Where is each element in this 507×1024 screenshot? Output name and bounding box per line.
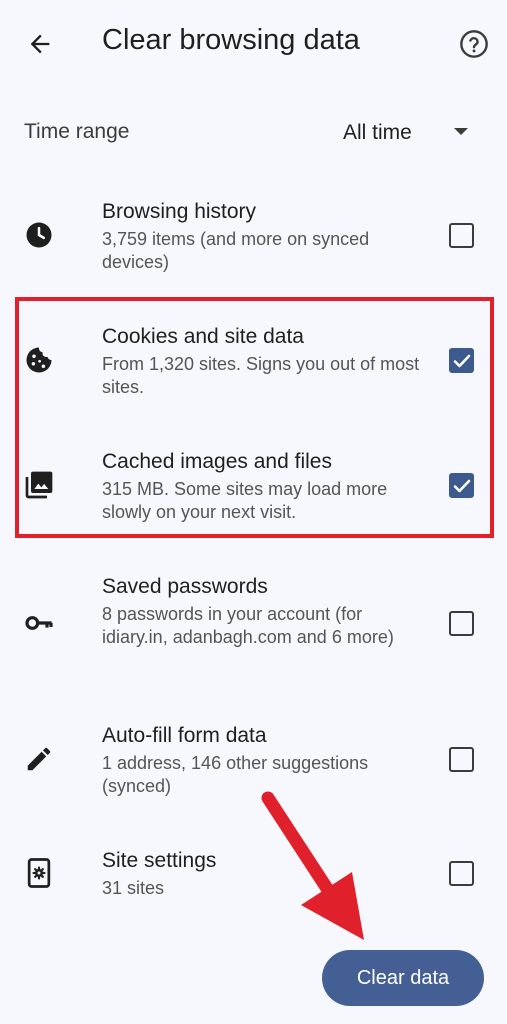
image-library-icon	[22, 468, 56, 502]
option-title: Saved passwords	[102, 575, 268, 598]
option-description: 1 address, 146 other suggestions (synced…	[102, 753, 369, 796]
site-settings-icon	[22, 856, 56, 890]
option-description: 315 MB. Some sites may load more slowly …	[102, 479, 388, 522]
option-title: Site settings	[102, 849, 217, 872]
saved-passwords-checkbox[interactable]	[449, 611, 474, 636]
option-title: Browsing history	[102, 200, 257, 223]
key-icon	[22, 606, 56, 640]
pencil-icon	[22, 742, 56, 776]
option-title: Cached images and files	[102, 450, 332, 473]
cookie-icon	[22, 343, 56, 377]
time-range-label: Time range	[24, 120, 130, 143]
site-settings-checkbox[interactable]	[449, 861, 474, 886]
back-button[interactable]	[18, 24, 62, 68]
arrow-back-icon	[26, 30, 54, 63]
help-button[interactable]	[452, 24, 496, 68]
option-cookies-site-data[interactable]: Cookies and site data From 1,320 sites. …	[0, 315, 507, 405]
option-description: 3,759 items (and more on synced devices)	[102, 229, 370, 272]
time-range-dropdown[interactable]: All time	[330, 110, 490, 156]
browsing-history-checkbox[interactable]	[449, 223, 474, 248]
option-cached-images[interactable]: Cached images and files 315 MB. Some sit…	[0, 440, 507, 530]
cookies-checkbox[interactable]	[449, 348, 474, 373]
option-description: 31 sites	[102, 878, 165, 898]
clear-data-button[interactable]: Clear data	[322, 950, 484, 1006]
option-description: From 1,320 sites. Signs you out of most …	[102, 354, 420, 397]
option-site-settings[interactable]: Site settings 31 sites	[0, 839, 507, 909]
page-title: Clear browsing data	[102, 24, 360, 56]
cached-images-checkbox[interactable]	[449, 473, 474, 498]
option-description: 8 passwords in your account (for idiary.…	[102, 604, 394, 647]
clock-icon	[22, 218, 56, 252]
option-title: Auto-fill form data	[102, 724, 267, 747]
dropdown-caret-icon	[454, 128, 468, 135]
autofill-checkbox[interactable]	[449, 747, 474, 772]
option-autofill[interactable]: Auto-fill form data 1 address, 146 other…	[0, 714, 507, 804]
option-browsing-history[interactable]: Browsing history 3,759 items (and more o…	[0, 190, 507, 280]
help-circle-icon	[458, 28, 490, 65]
option-saved-passwords[interactable]: Saved passwords 8 passwords in your acco…	[0, 565, 507, 675]
time-range-value: All time	[343, 121, 412, 144]
option-title: Cookies and site data	[102, 325, 304, 348]
app-bar: Clear browsing data	[0, 0, 507, 88]
